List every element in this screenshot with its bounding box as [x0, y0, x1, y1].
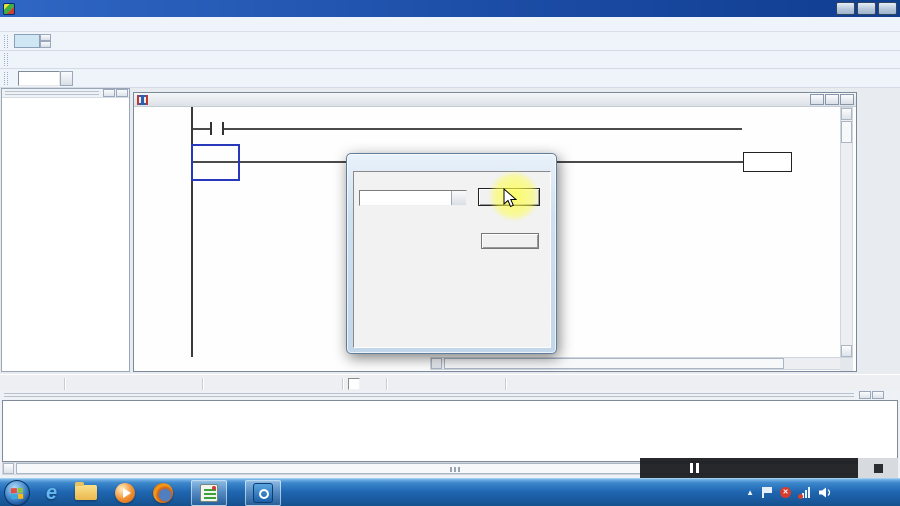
sidebar-pane-header [2, 89, 129, 98]
menubar [0, 17, 900, 32]
combo-arrow-icon[interactable] [451, 191, 466, 205]
child-minimize-button[interactable] [810, 94, 824, 105]
step-spinner[interactable] [14, 34, 51, 48]
output-pane-header [0, 391, 900, 400]
pane-close-button[interactable] [116, 89, 128, 97]
cancel-button[interactable] [481, 233, 539, 249]
delta-wplsoft-window: e ▲ ✕ [0, 0, 900, 506]
communication-sidebar [1, 88, 130, 372]
maximize-button[interactable] [857, 2, 876, 15]
relay-type-value[interactable] [18, 70, 60, 86]
toolbar-standard [0, 32, 900, 51]
statusbar [0, 374, 900, 391]
spinner-up-icon[interactable] [40, 34, 51, 41]
recorder-taskbar-button[interactable] [245, 479, 282, 506]
scroll-left-icon[interactable] [3, 463, 14, 474]
pane-pin-button[interactable] [859, 391, 871, 399]
relay-type-combo[interactable] [18, 70, 73, 86]
pane-grip[interactable] [4, 393, 854, 397]
vertical-scrollbar[interactable] [840, 107, 853, 358]
minimize-button[interactable] [836, 2, 855, 15]
windows-explorer-icon[interactable] [75, 482, 98, 500]
communication-tree [2, 98, 129, 102]
app-icon [3, 2, 15, 15]
internet-explorer-icon[interactable]: e [46, 482, 57, 504]
stop-icon [873, 463, 883, 473]
scroll-left-icon[interactable] [431, 358, 442, 369]
wplsoft-taskbar-button[interactable] [191, 479, 228, 506]
toolbar-grip[interactable] [4, 34, 8, 48]
status-indicator [348, 378, 360, 390]
scroll-down-icon[interactable] [841, 345, 852, 357]
scroll-corner [840, 358, 853, 371]
app-titlebar [0, 0, 900, 17]
wplsoft-icon [200, 483, 219, 502]
vertical-scroll-thumb[interactable] [841, 121, 852, 143]
scroll-up-icon[interactable] [841, 108, 852, 120]
firefox-icon[interactable] [153, 482, 174, 503]
recorder-stop-button[interactable] [858, 458, 898, 478]
toolbar-ladder-symbols [0, 69, 900, 88]
network-icon[interactable] [798, 487, 811, 499]
taskbar: e ▲ ✕ [0, 478, 900, 506]
rung-wire [193, 128, 210, 130]
volume-icon[interactable] [819, 487, 832, 498]
pane-close-button[interactable] [872, 391, 884, 399]
communication-mode-value[interactable] [360, 191, 451, 205]
ladder-window-titlebar[interactable] [134, 93, 856, 107]
child-maximize-button[interactable] [825, 94, 839, 105]
toolbar-grip[interactable] [4, 53, 8, 66]
spinner-value[interactable] [14, 34, 40, 48]
pane-pin-button[interactable] [103, 89, 115, 97]
compile-output [2, 400, 898, 462]
start-button[interactable] [4, 479, 30, 506]
pane-grip[interactable] [5, 91, 99, 95]
toolbar-grip[interactable] [4, 71, 8, 85]
mouse-cursor-icon [503, 188, 517, 208]
rung-wire [224, 128, 742, 130]
contact-bar-icon [210, 122, 212, 135]
horizontal-scroll-thumb[interactable] [444, 358, 784, 369]
toolbar-views [0, 51, 900, 69]
thumb-grip [450, 467, 462, 472]
recorder-overlay [640, 458, 858, 478]
child-close-button[interactable] [840, 94, 854, 105]
ladder-window-icon [137, 94, 148, 105]
security-alert-icon[interactable]: ✕ [780, 487, 791, 498]
horizontal-scrollbar[interactable] [430, 357, 852, 370]
end-instruction [743, 152, 792, 172]
communication-mode-combo[interactable] [359, 190, 467, 206]
action-center-flag-icon[interactable] [762, 487, 772, 498]
media-player-icon[interactable] [115, 482, 136, 503]
windows-flag-icon [10, 487, 24, 499]
screen-recorder-icon [253, 482, 274, 503]
pause-icon[interactable] [690, 463, 699, 473]
spinner-down-icon[interactable] [40, 41, 51, 48]
tray-expand-icon[interactable]: ▲ [746, 488, 754, 497]
close-button[interactable] [878, 2, 897, 15]
edit-cursor-selection[interactable] [191, 144, 240, 181]
combo-arrow-icon[interactable] [60, 70, 73, 86]
